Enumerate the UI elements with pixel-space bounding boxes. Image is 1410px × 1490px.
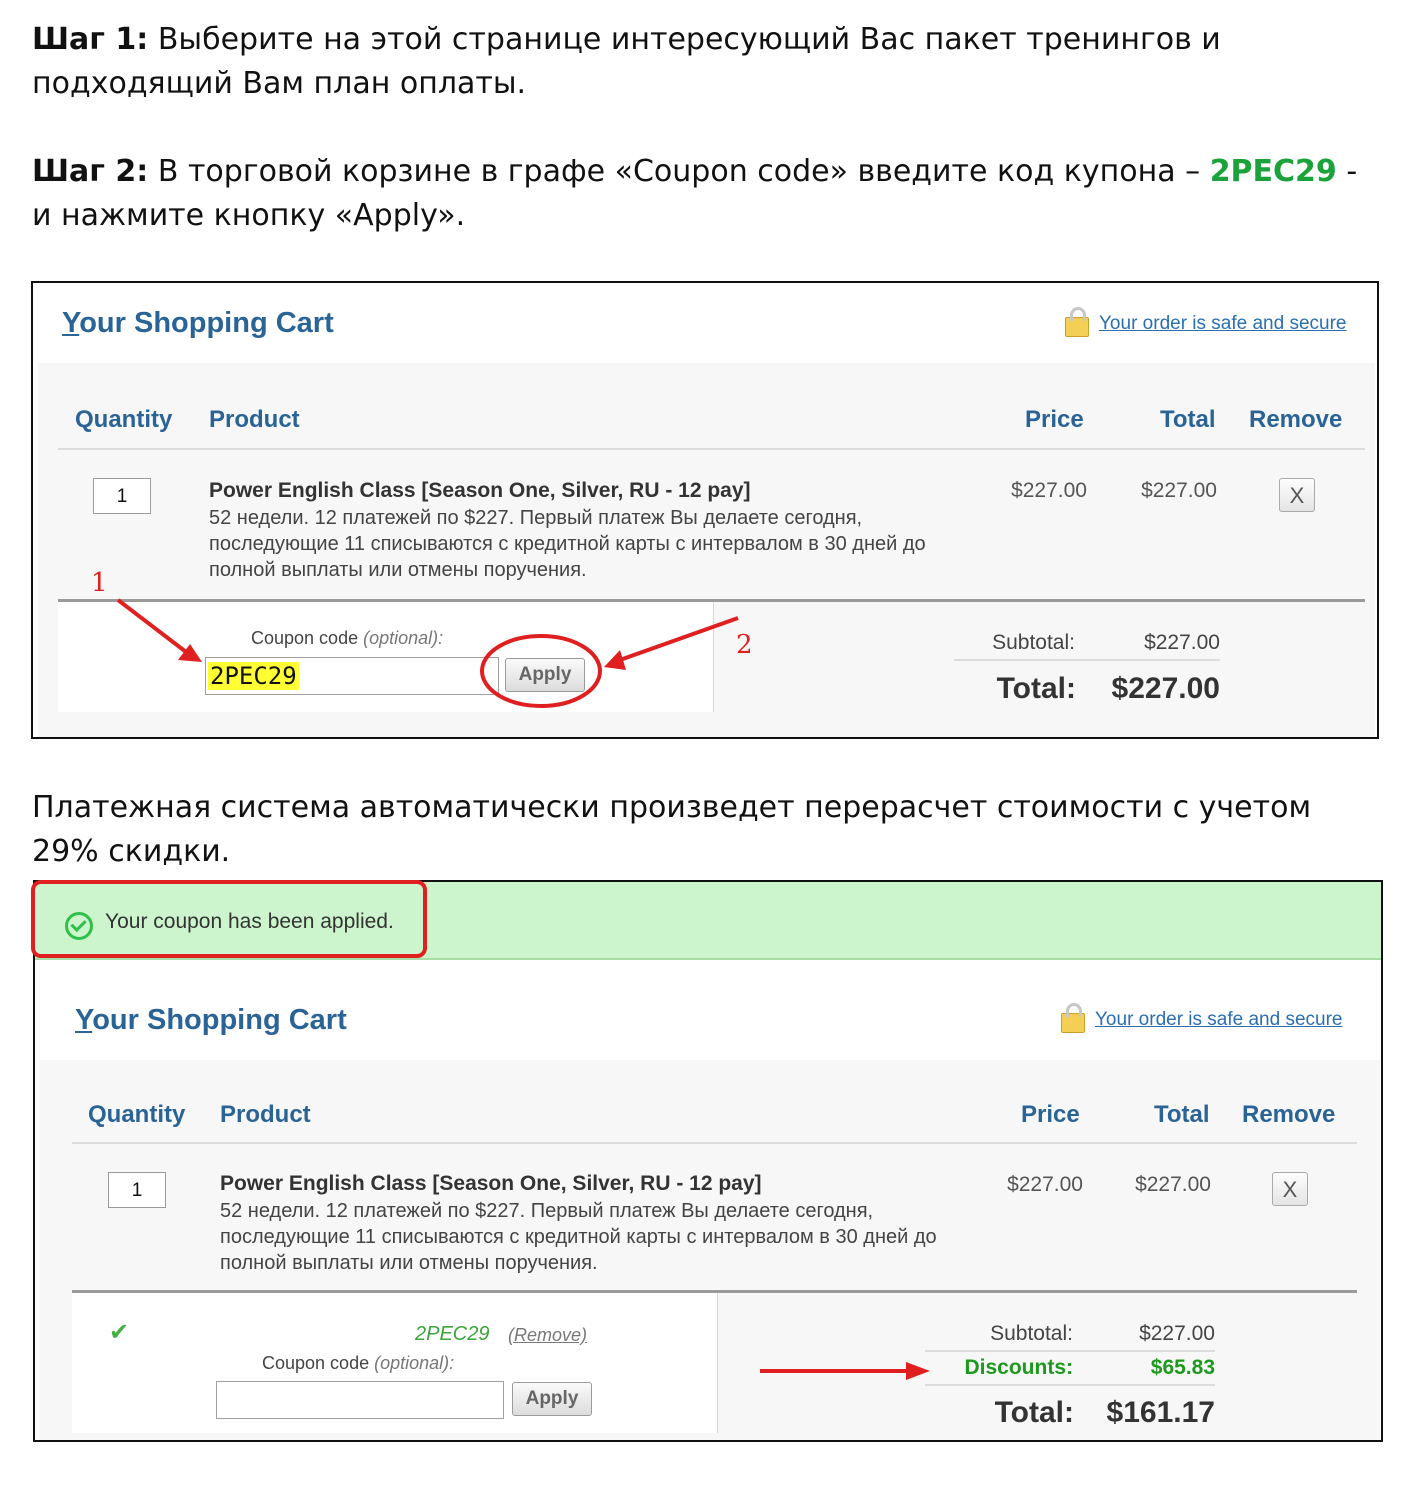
arrow-to-coupon-input <box>116 598 202 662</box>
apply-button-circle <box>480 634 602 708</box>
arrow-to-apply-button <box>604 616 739 670</box>
arrow-to-discounts <box>760 1362 930 1380</box>
notice-highlight-box <box>31 880 427 958</box>
annotation-overlay <box>31 598 930 1380</box>
